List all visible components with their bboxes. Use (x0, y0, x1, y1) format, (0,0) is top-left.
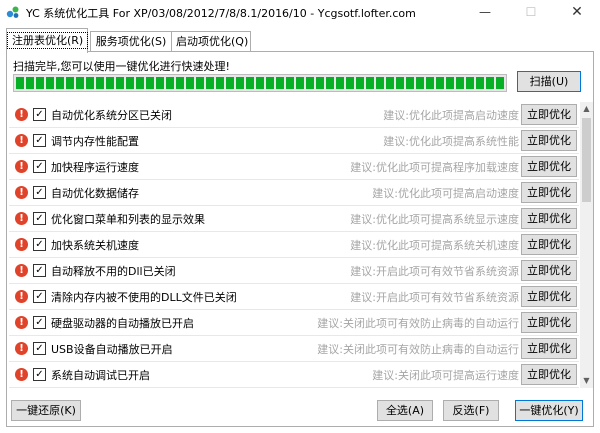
scan-progress-bar (13, 74, 507, 92)
list-item: ! ✓ 自动优化系统分区已关闭 建议:优化此项提高启动速度 立即优化 (9, 102, 579, 128)
restore-all-button[interactable]: 一键还原(K) (11, 400, 81, 421)
item-checkbox[interactable]: ✓ (33, 290, 46, 303)
list-item: ! ✓ 自动释放不用的Dll已关闭 建议:开启此项可有效节省系统资源 立即优化 (9, 258, 579, 284)
warning-icon: ! (15, 316, 28, 329)
warning-icon: ! (15, 238, 28, 251)
main-panel: 扫描完毕,您可以使用一键优化进行快速处理! 扫描(U) ! ✓ 自动优化系统分区已关… (6, 51, 594, 427)
item-checkbox[interactable]: ✓ (33, 264, 46, 277)
tab-startup-label: 启动项优化(Q) (176, 35, 249, 48)
item-hint: 建议:关闭此项可有效防止病毒的自动运行 (317, 343, 519, 356)
item-label: 清除内存内被不使用的DLL文件已关闭 (51, 291, 237, 304)
scroll-thumb[interactable] (582, 118, 591, 202)
warning-icon: ! (15, 108, 28, 121)
warning-icon: ! (15, 134, 28, 147)
invert-selection-button[interactable]: 反选(F) (443, 400, 499, 421)
scan-progress-fill (16, 77, 504, 89)
optimization-list: ! ✓ 自动优化系统分区已关闭 建议:优化此项提高启动速度 立即优化! ✓ 调节内存性能配置… (9, 102, 579, 388)
optimize-now-button[interactable]: 立即优化 (521, 182, 577, 203)
optimize-now-button[interactable]: 立即优化 (521, 234, 577, 255)
tab-services[interactable]: 服务项优化(S) (90, 31, 172, 52)
item-hint: 建议:优化此项可提高程序加载速度 (350, 161, 519, 174)
warning-icon: ! (15, 264, 28, 277)
item-checkbox[interactable]: ✓ (33, 108, 46, 121)
item-hint: 建议:优化此项提高启动速度 (383, 109, 519, 122)
item-label: 优化窗口菜单和列表的显示效果 (51, 213, 205, 226)
item-checkbox[interactable]: ✓ (33, 134, 46, 147)
item-label: 调节内存性能配置 (51, 135, 139, 148)
list-item: ! ✓ 加快程序运行速度 建议:优化此项可提高程序加载速度 立即优化 (9, 154, 579, 180)
list-item: ! ✓ 加快系统关机速度 建议:优化此项可提高系统关机速度 立即优化 (9, 232, 579, 258)
item-checkbox[interactable]: ✓ (33, 186, 46, 199)
item-checkbox[interactable]: ✓ (33, 368, 46, 381)
optimize-now-button[interactable]: 立即优化 (521, 286, 577, 307)
warning-icon: ! (15, 368, 28, 381)
list-item: ! ✓ 自动优化数据储存 建议:优化此项可提高启动速度 立即优化 (9, 180, 579, 206)
scroll-down-arrow-icon[interactable]: ▼ (580, 374, 593, 388)
optimize-now-button[interactable]: 立即优化 (521, 104, 577, 125)
list-item: ! ✓ 优化窗口菜单和列表的显示效果 建议:优化此项可提高系统显示速度 立即优化 (9, 206, 579, 232)
list-scrollbar[interactable]: ▲ ▼ (580, 102, 593, 388)
list-item: ! ✓ 硬盘驱动器的自动播放已开启 建议:关闭此项可有效防止病毒的自动运行 立即优化 (9, 310, 579, 336)
scan-button[interactable]: 扫描(U) (517, 71, 581, 92)
item-hint: 建议:开启此项可有效节省系统资源 (350, 265, 519, 278)
warning-icon: ! (15, 290, 28, 303)
item-hint: 建议:优化此项提高系统性能 (383, 135, 519, 148)
item-hint: 建议:优化此项可提高系统显示速度 (350, 213, 519, 226)
window-title: YC 系统优化工具 For XP/03/08/2012/7/8/8.1/2016… (26, 7, 416, 20)
scroll-up-arrow-icon[interactable]: ▲ (580, 102, 593, 116)
item-label: 自动优化数据储存 (51, 187, 139, 200)
item-label: USB设备自动播放已开启 (51, 343, 173, 356)
item-label: 系统自动调试已开启 (51, 369, 150, 382)
item-hint: 建议:开启此项可有效节省系统资源 (350, 291, 519, 304)
optimize-now-button[interactable]: 立即优化 (521, 156, 577, 177)
list-item: ! ✓ 清除内存内被不使用的DLL文件已关闭 建议:开启此项可有效节省系统资源 立即优化 (9, 284, 579, 310)
item-label: 硬盘驱动器的自动播放已开启 (51, 317, 194, 330)
scan-status-text: 扫描完毕,您可以使用一键优化进行快速处理! (13, 60, 230, 73)
optimize-now-button[interactable]: 立即优化 (521, 130, 577, 151)
item-label: 自动释放不用的Dll已关闭 (51, 265, 176, 278)
minimize-button[interactable]: — (462, 0, 508, 24)
optimize-now-button[interactable]: 立即优化 (521, 260, 577, 281)
optimize-now-button[interactable]: 立即优化 (521, 312, 577, 333)
item-hint: 建议:关闭此项可有效防止病毒的自动运行 (317, 317, 519, 330)
tab-registry[interactable]: 注册表优化(R) (6, 28, 89, 53)
item-hint: 建议:优化此项可提高系统关机速度 (350, 239, 519, 252)
tab-startup[interactable]: 启动项优化(Q) (171, 31, 251, 52)
title-bar: YC 系统优化工具 For XP/03/08/2012/7/8/8.1/2016… (0, 0, 600, 24)
item-label: 加快系统关机速度 (51, 239, 139, 252)
warning-icon: ! (15, 342, 28, 355)
close-button[interactable]: ✕ (554, 0, 600, 24)
optimize-now-button[interactable]: 立即优化 (521, 338, 577, 359)
item-checkbox[interactable]: ✓ (33, 316, 46, 329)
item-hint: 建议:关闭此项可提高运行速度 (372, 369, 519, 382)
item-checkbox[interactable]: ✓ (33, 342, 46, 355)
optimize-now-button[interactable]: 立即优化 (521, 364, 577, 385)
item-checkbox[interactable]: ✓ (33, 238, 46, 251)
app-icon (6, 6, 19, 18)
select-all-button[interactable]: 全选(A) (377, 400, 433, 421)
list-item: ! ✓ USB设备自动播放已开启 建议:关闭此项可有效防止病毒的自动运行 立即优化 (9, 336, 579, 362)
tab-registry-label: 注册表优化(R) (7, 32, 89, 49)
list-item: ! ✓ 系统自动调试已开启 建议:关闭此项可提高运行速度 立即优化 (9, 362, 579, 388)
warning-icon: ! (15, 160, 28, 173)
item-hint: 建议:优化此项可提高启动速度 (372, 187, 519, 200)
maximize-button[interactable]: ☐ (508, 0, 554, 24)
warning-icon: ! (15, 212, 28, 225)
warning-icon: ! (15, 186, 28, 199)
list-item: ! ✓ 调节内存性能配置 建议:优化此项提高系统性能 立即优化 (9, 128, 579, 154)
optimize-now-button[interactable]: 立即优化 (521, 208, 577, 229)
item-checkbox[interactable]: ✓ (33, 160, 46, 173)
item-checkbox[interactable]: ✓ (33, 212, 46, 225)
item-label: 加快程序运行速度 (51, 161, 139, 174)
tab-services-label: 服务项优化(S) (95, 35, 167, 48)
item-label: 自动优化系统分区已关闭 (51, 109, 172, 122)
optimize-all-button[interactable]: 一键优化(Y) (515, 400, 583, 421)
